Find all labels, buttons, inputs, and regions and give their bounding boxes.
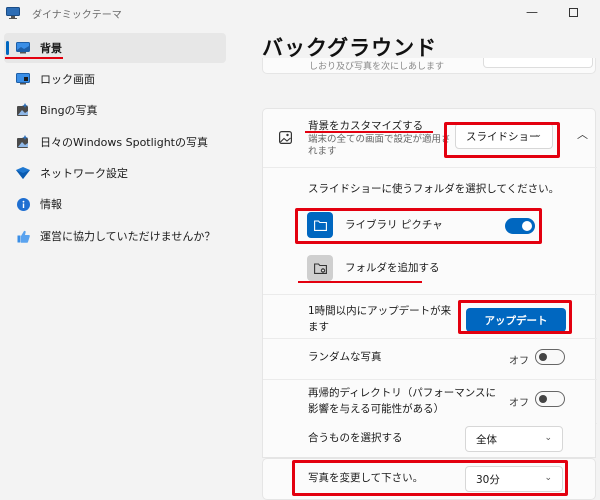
folder-prompt: スライドショーに使うフォルダを選択してください。 bbox=[308, 183, 560, 195]
thumbs-up-icon bbox=[16, 229, 30, 243]
sidebar-item-label: Bingの写真 bbox=[40, 104, 98, 117]
image-icon bbox=[279, 131, 293, 147]
sidebar-item-bing[interactable]: Bingの写真 bbox=[4, 95, 226, 125]
add-folder-label[interactable]: フォルダを追加する bbox=[345, 260, 440, 276]
sidebar-item-label: 情報 bbox=[40, 198, 62, 211]
interval-row: 写真を変更して下さい。 30分 ⌄ bbox=[262, 458, 596, 500]
update-label: 1時間以内にアップデートが来ます bbox=[308, 305, 452, 333]
library-label: ライブラリ ピクチャ bbox=[345, 219, 443, 231]
window-title: ダイナミックテーマ bbox=[32, 10, 122, 21]
sidebar-item-network[interactable]: ネットワーク設定 bbox=[4, 158, 226, 188]
dropdown-value: 30分 bbox=[476, 473, 500, 486]
app-icon bbox=[6, 7, 20, 19]
interval-dropdown[interactable]: 30分 ⌄ bbox=[465, 466, 563, 492]
sidebar-item-spotlight[interactable]: 日々のWindows Spotlightの写真 bbox=[4, 127, 226, 157]
random-state: オフ bbox=[509, 356, 529, 367]
sidebar-item-feedback[interactable]: 運営に協力していただけませんか？ bbox=[4, 221, 226, 251]
add-folder-icon bbox=[307, 255, 333, 281]
sidebar-item-background[interactable]: 背景 bbox=[4, 33, 226, 63]
recursive-state: オフ bbox=[509, 398, 529, 409]
customize-sub: 端末の全ての画面で設定が適用されます bbox=[308, 134, 451, 157]
sidebar-item-label: ネットワーク設定 bbox=[40, 167, 128, 180]
sidebar-item-info[interactable]: 情報 bbox=[4, 189, 226, 219]
fit-row: 合うものを選択する 全体 ⌄ bbox=[262, 422, 596, 458]
folder-icon bbox=[307, 212, 333, 238]
update-button[interactable]: アップデート bbox=[466, 308, 566, 332]
random-toggle[interactable] bbox=[535, 349, 565, 365]
divider bbox=[263, 294, 597, 295]
background-icon bbox=[16, 41, 30, 55]
network-icon bbox=[16, 166, 30, 180]
recursive-toggle[interactable] bbox=[535, 391, 565, 407]
sidebar-item-label: ロック画面 bbox=[40, 73, 95, 86]
collapse-icon[interactable]: ︿ bbox=[577, 126, 588, 142]
sidebar-item-lock-screen[interactable]: ロック画面 bbox=[4, 64, 226, 94]
divider bbox=[263, 167, 597, 168]
recursive-label: 再帰的ディレクトリ（パフォーマンスに影響を与える可能性がある） bbox=[308, 387, 497, 415]
partial-card: しおり及び写真を次にしあします bbox=[262, 58, 596, 74]
customize-label: 背景をカスタマイズする bbox=[308, 120, 424, 132]
divider bbox=[263, 379, 597, 380]
dropdown-value: スライドショー bbox=[466, 130, 540, 143]
info-icon bbox=[16, 197, 30, 211]
divider bbox=[263, 338, 597, 339]
maximize-icon bbox=[568, 7, 578, 17]
background-type-dropdown[interactable]: スライドショー ⌄ bbox=[455, 123, 553, 149]
lock-screen-icon bbox=[16, 72, 30, 86]
sidebar: 背景 ロック画面 Bingの写真 日々のWindows Spotlightの写真… bbox=[0, 30, 240, 500]
library-toggle[interactable] bbox=[505, 218, 535, 234]
interval-label: 写真を変更して下さい。 bbox=[308, 472, 424, 484]
random-label: ランダムな写真 bbox=[308, 351, 382, 363]
photos-icon bbox=[16, 135, 30, 149]
chevron-down-icon: ⌄ bbox=[544, 473, 552, 483]
sidebar-item-label: 日々のWindows Spotlightの写真 bbox=[40, 136, 208, 149]
fit-dropdown[interactable]: 全体 ⌄ bbox=[465, 426, 563, 452]
minimize-button[interactable]: — bbox=[510, 0, 554, 24]
chevron-down-icon: ⌄ bbox=[544, 433, 552, 443]
dropdown-value: 全体 bbox=[476, 433, 497, 446]
customize-card: 背景をカスタマイズする 端末の全ての画面で設定が適用されます スライドショー ⌄… bbox=[262, 108, 597, 438]
title-bar: ダイナミックテーマ — bbox=[0, 0, 600, 28]
settings-content: しおり及び写真を次にしあします 背景をカスタマイズする 端末の全ての画面で設定が… bbox=[262, 58, 600, 500]
active-indicator bbox=[6, 41, 9, 55]
sidebar-item-label: 運営に協力していただけませんか？ bbox=[40, 230, 216, 243]
sidebar-item-label: 背景 bbox=[40, 42, 62, 55]
partial-dropdown[interactable] bbox=[483, 58, 593, 68]
photos-icon bbox=[16, 103, 30, 117]
chevron-down-icon: ⌄ bbox=[534, 130, 542, 140]
maximize-button[interactable] bbox=[553, 0, 593, 24]
fit-label: 合うものを選択する bbox=[308, 432, 403, 444]
partial-card-text: しおり及び写真を次にしあします bbox=[309, 62, 445, 72]
